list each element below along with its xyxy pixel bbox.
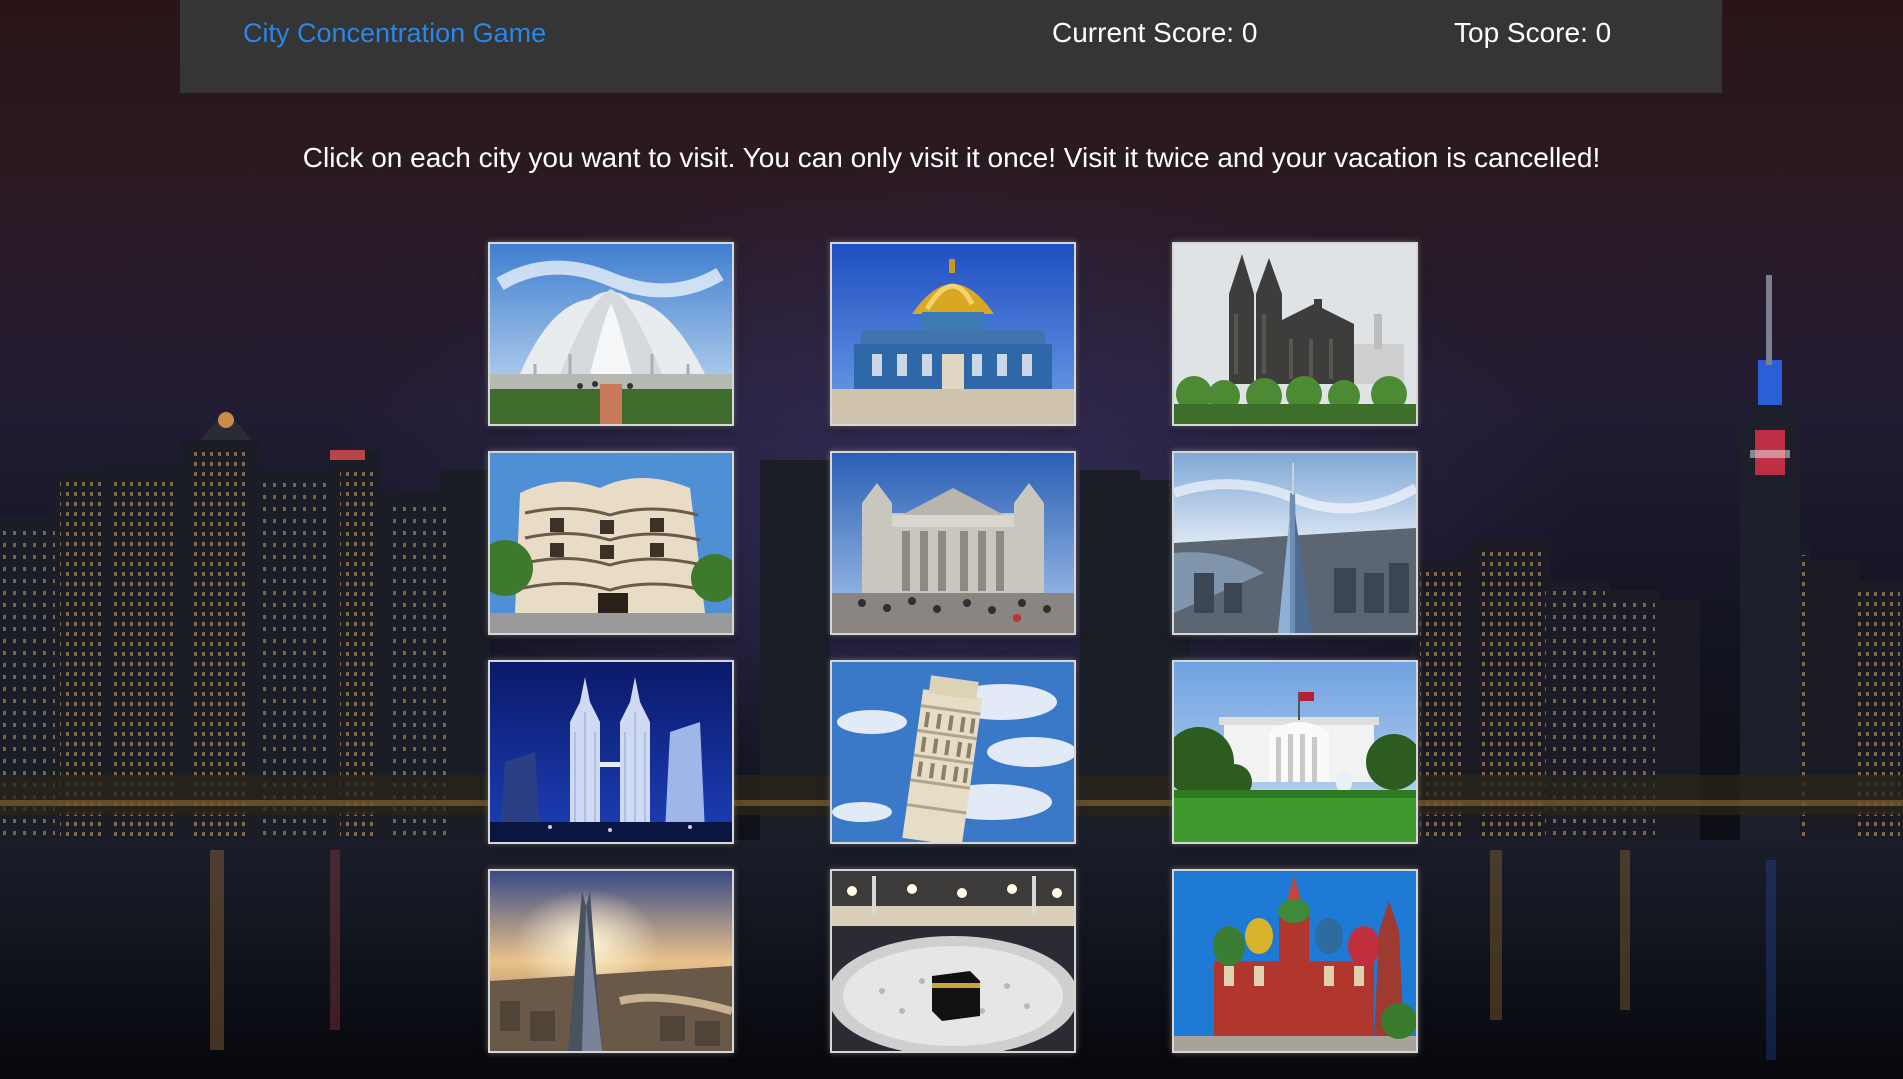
city-card-petronas-towers[interactable] bbox=[488, 660, 734, 844]
cologne-cathedral-image bbox=[1174, 244, 1416, 424]
city-card-the-shard[interactable] bbox=[488, 869, 734, 1053]
top-score-label: Top Score bbox=[1454, 17, 1596, 48]
petronas-towers-image bbox=[490, 662, 732, 842]
top-score: Top Score0 bbox=[1454, 17, 1611, 49]
city-card-cologne-cathedral[interactable] bbox=[1172, 242, 1418, 426]
casa-mila-image bbox=[490, 453, 732, 633]
current-score-value: 0 bbox=[1241, 17, 1258, 48]
navbar: City Concentration Game Current Score0 T… bbox=[180, 0, 1722, 93]
game-instructions: Click on each city you want to visit. Yo… bbox=[302, 142, 1601, 173]
dome-of-the-rock-image bbox=[832, 244, 1074, 424]
city-card-one-world-trade-center[interactable] bbox=[1172, 451, 1418, 635]
one-world-trade-center-image bbox=[1174, 453, 1416, 633]
st-pauls-cathedral-image bbox=[832, 453, 1074, 633]
city-card-leaning-tower-of-pisa[interactable] bbox=[830, 660, 1076, 844]
kaaba-mecca-image bbox=[832, 871, 1074, 1051]
the-shard-image bbox=[490, 871, 732, 1051]
city-card-casa-mila[interactable] bbox=[488, 451, 734, 635]
lotus-temple-image bbox=[490, 244, 732, 424]
white-house-image bbox=[1174, 662, 1416, 842]
city-card-white-house[interactable] bbox=[1172, 660, 1418, 844]
st-basils-cathedral-image bbox=[1174, 871, 1416, 1051]
city-card-kaaba-mecca[interactable] bbox=[830, 869, 1076, 1053]
city-card-lotus-temple[interactable] bbox=[488, 242, 734, 426]
leaning-tower-of-pisa-image bbox=[832, 662, 1074, 842]
city-card-st-pauls-cathedral[interactable] bbox=[830, 451, 1076, 635]
city-card-dome-of-the-rock[interactable] bbox=[830, 242, 1076, 426]
brand-link[interactable]: City Concentration Game bbox=[243, 18, 546, 49]
city-card-st-basils-cathedral[interactable] bbox=[1172, 869, 1418, 1053]
current-score-label: Current Score bbox=[1052, 17, 1242, 48]
current-score: Current Score0 bbox=[1052, 17, 1257, 49]
top-score-value: 0 bbox=[1595, 17, 1612, 48]
